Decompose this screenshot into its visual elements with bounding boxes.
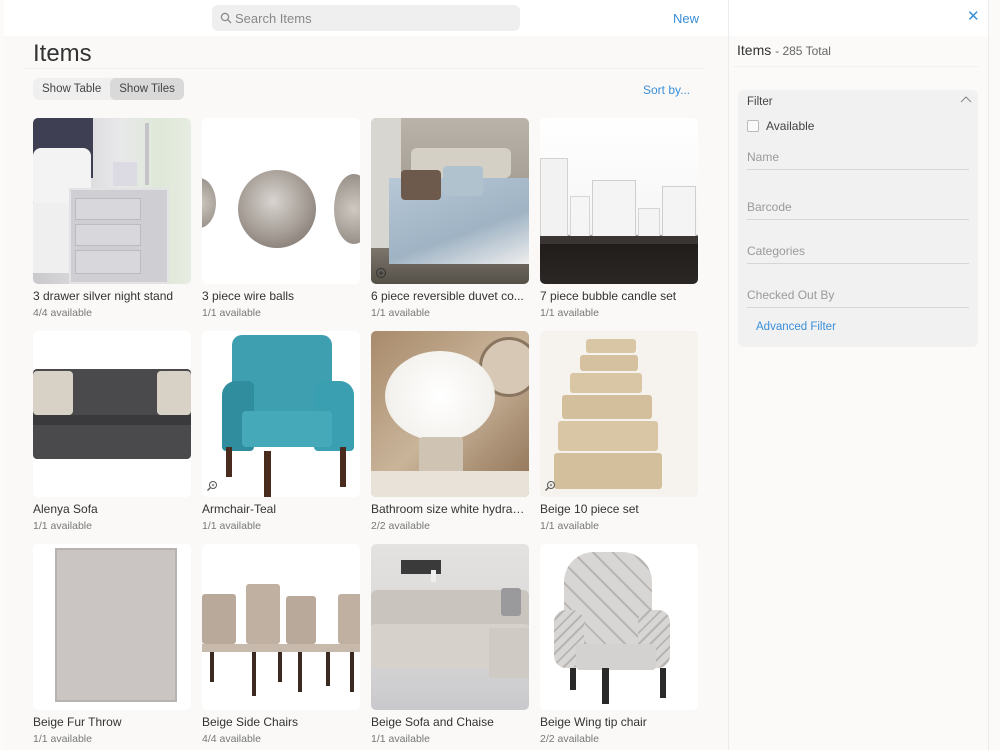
chevron-up-icon[interactable]	[960, 95, 972, 105]
window-edge	[988, 0, 989, 750]
panel-top-bar: ✕	[729, 0, 988, 36]
panel-title-label: Items	[737, 42, 772, 58]
item-tile[interactable]: 3 drawer silver night stand 4/4 availabl…	[33, 118, 191, 331]
items-main-area: New Items Show Table Show Tiles Sort by.…	[4, 0, 728, 750]
item-availability: 4/4 available	[33, 307, 92, 319]
item-name: Armchair-Teal	[202, 502, 277, 516]
item-availability: 1/1 available	[371, 307, 430, 319]
divider	[24, 68, 704, 69]
item-name: Beige Side Chairs	[202, 715, 299, 729]
item-availability: 2/2 available	[371, 520, 430, 532]
item-name: Alenya Sofa	[33, 502, 98, 516]
sofa-photo	[33, 331, 191, 497]
available-checkbox-row[interactable]: Available	[747, 119, 814, 133]
wing-chair-photo	[540, 544, 698, 710]
item-availability: 1/1 available	[540, 520, 599, 532]
item-availability: 2/2 available	[540, 733, 599, 745]
name-input[interactable]	[747, 148, 969, 164]
filter-card: Filter Available Advanced Filter	[738, 90, 978, 347]
item-name: 3 drawer silver night stand	[33, 289, 174, 303]
page-title: Items	[33, 40, 92, 67]
item-tile[interactable]: Beige Side Chairs 4/4 available	[202, 544, 360, 750]
duvet-photo	[371, 118, 529, 284]
show-table-button[interactable]: Show Table	[33, 78, 110, 100]
towel-set-photo	[540, 331, 698, 497]
filter-heading: Filter	[747, 96, 773, 108]
item-availability: 1/1 available	[202, 307, 261, 319]
nightstand-photo	[33, 118, 191, 284]
advanced-filter-link[interactable]: Advanced Filter	[756, 321, 836, 333]
item-tile[interactable]: Beige Wing tip chair 2/2 available	[540, 544, 698, 750]
categories-field[interactable]	[747, 242, 969, 264]
item-tile[interactable]: Beige 10 piece set 1/1 available	[540, 331, 698, 544]
side-chairs-photo	[202, 544, 360, 710]
divider	[733, 66, 979, 67]
search-input[interactable]	[235, 10, 505, 26]
item-name: 3 piece wire balls	[202, 289, 295, 303]
item-tile[interactable]: 6 piece reversible duvet co... 1/1 avail…	[371, 118, 529, 331]
show-tiles-button[interactable]: Show Tiles	[110, 78, 184, 100]
zoom-icon[interactable]	[544, 480, 556, 492]
item-tile[interactable]: Alenya Sofa 1/1 available	[33, 331, 191, 544]
checked-out-by-input[interactable]	[747, 286, 969, 302]
checked-out-by-field[interactable]	[747, 286, 969, 308]
total-count: - 285 Total	[775, 44, 831, 58]
zoom-in-icon[interactable]	[375, 267, 387, 279]
item-tile[interactable]: 3 piece wire balls 1/1 available	[202, 118, 360, 331]
item-name: Beige Sofa and Chaise	[371, 715, 494, 729]
item-name: 7 piece bubble candle set	[540, 289, 677, 303]
top-bar: New	[4, 0, 728, 36]
item-tile[interactable]: Beige Fur Throw 1/1 available	[33, 544, 191, 750]
item-availability: 4/4 available	[202, 733, 261, 745]
item-availability: 1/1 available	[371, 733, 430, 745]
item-tile[interactable]: 7 piece bubble candle set 1/1 available	[540, 118, 698, 331]
sort-by-button[interactable]: Sort by...	[643, 83, 690, 97]
item-name: Beige 10 piece set	[540, 502, 639, 516]
hydrangea-photo	[371, 331, 529, 497]
item-tile[interactable]: Beige Sofa and Chaise 1/1 available	[371, 544, 529, 750]
item-name: Bathroom size white hydran...	[371, 502, 529, 516]
sofa-chaise-photo	[371, 544, 529, 710]
fur-throw-photo	[33, 544, 191, 710]
wire-balls-photo	[202, 118, 360, 284]
armchair-photo	[202, 331, 360, 497]
item-name: Beige Fur Throw	[33, 715, 122, 729]
available-checkbox[interactable]	[747, 120, 759, 132]
filter-panel: ✕ Items - 285 Total Filter Available Nam…	[729, 0, 988, 750]
search-icon	[220, 12, 232, 24]
view-toggle: Show Table Show Tiles	[33, 78, 184, 100]
zoom-icon[interactable]	[206, 480, 218, 492]
item-name: Beige Wing tip chair	[540, 715, 647, 729]
item-availability: 1/1 available	[540, 307, 599, 319]
item-availability: 1/1 available	[202, 520, 261, 532]
categories-input[interactable]	[747, 242, 969, 258]
items-grid: 3 drawer silver night stand 4/4 availabl…	[33, 118, 698, 750]
available-label: Available	[766, 119, 815, 133]
panel-title: Items - 285 Total	[737, 42, 831, 58]
search-box[interactable]	[212, 5, 520, 31]
item-name: 6 piece reversible duvet co...	[371, 289, 524, 303]
barcode-input[interactable]	[747, 198, 969, 214]
item-tile[interactable]: Armchair-Teal 1/1 available	[202, 331, 360, 544]
close-icon[interactable]: ✕	[967, 9, 980, 24]
name-field[interactable]	[747, 148, 969, 170]
new-item-button[interactable]: New	[673, 11, 699, 26]
candle-set-photo	[540, 118, 698, 284]
barcode-field[interactable]	[747, 198, 969, 220]
item-tile[interactable]: Bathroom size white hydran... 2/2 availa…	[371, 331, 529, 544]
app-window: New Items Show Table Show Tiles Sort by.…	[0, 0, 1000, 750]
item-availability: 1/1 available	[33, 520, 92, 532]
item-availability: 1/1 available	[33, 733, 92, 745]
